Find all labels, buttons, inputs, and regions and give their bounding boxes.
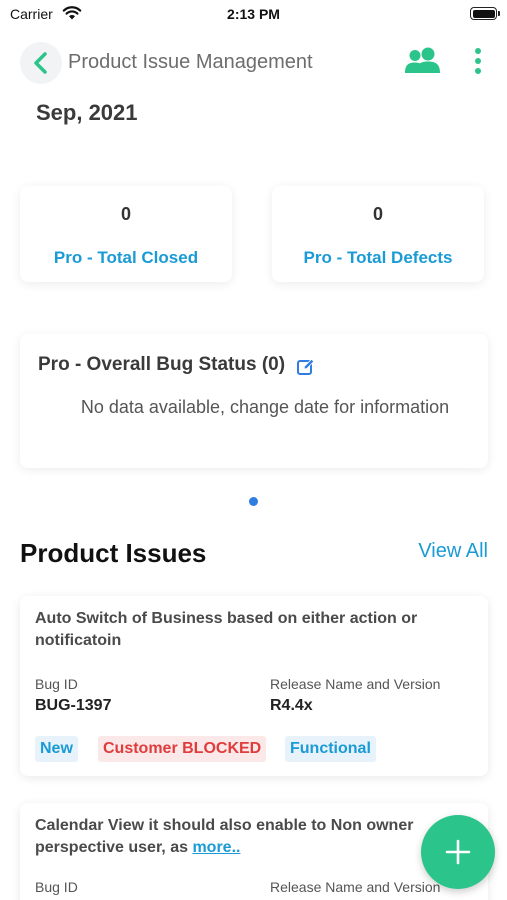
selected-month[interactable]: Sep, 2021 xyxy=(36,100,138,126)
bug-id-value: BUG-1397 xyxy=(35,697,112,714)
clock-time: 2:13 PM xyxy=(227,6,280,22)
issue-card[interactable]: Auto Switch of Business based on either … xyxy=(20,596,488,776)
carousel-page-indicator xyxy=(249,497,258,506)
plus-icon xyxy=(445,839,471,865)
edit-icon[interactable] xyxy=(297,358,315,381)
total-defects-card[interactable]: 0 Pro - Total Defects xyxy=(272,186,484,282)
issue-title: Calendar View it should also enable to N… xyxy=(35,815,445,859)
view-all-link[interactable]: View All xyxy=(418,540,488,563)
total-defects-value: 0 xyxy=(372,204,383,224)
bug-status-card: Pro - Overall Bug Status (0) No data ava… xyxy=(20,334,488,468)
issue-card[interactable]: Calendar View it should also enable to N… xyxy=(20,803,488,900)
bug-id-label: Bug ID xyxy=(35,879,78,895)
add-issue-button[interactable] xyxy=(421,815,495,889)
bug-status-empty-message: No data available, change date for infor… xyxy=(80,397,450,417)
more-link[interactable]: more.. xyxy=(192,839,240,856)
release-value: R4.4x xyxy=(270,697,313,714)
status-badge: New xyxy=(35,736,78,762)
release-label: Release Name and Version xyxy=(270,879,441,895)
priority-badge: Customer BLOCKED xyxy=(98,736,267,762)
total-closed-label: Pro - Total Closed xyxy=(53,248,199,267)
bug-status-title: Pro - Overall Bug Status (0) xyxy=(38,354,286,375)
release-label: Release Name and Version xyxy=(270,676,441,692)
issue-title: Auto Switch of Business based on either … xyxy=(35,610,418,649)
back-button[interactable] xyxy=(20,42,62,84)
team-icon[interactable] xyxy=(404,46,442,79)
page-title: Product Issue Management xyxy=(68,51,313,73)
back-chevron-icon xyxy=(34,52,47,74)
total-defects-label: Pro - Total Defects xyxy=(303,248,453,267)
battery-icon xyxy=(470,7,500,20)
product-issues-heading: Product Issues xyxy=(20,538,207,568)
total-closed-value: 0 xyxy=(120,204,131,224)
app-header: Product Issue Management xyxy=(0,36,507,90)
status-bar: Carrier 2:13 PM xyxy=(0,0,507,28)
bug-id-label: Bug ID xyxy=(35,676,78,692)
total-closed-card[interactable]: 0 Pro - Total Closed xyxy=(20,186,232,282)
category-badge: Functional xyxy=(285,736,376,762)
more-vertical-icon[interactable] xyxy=(470,46,486,76)
